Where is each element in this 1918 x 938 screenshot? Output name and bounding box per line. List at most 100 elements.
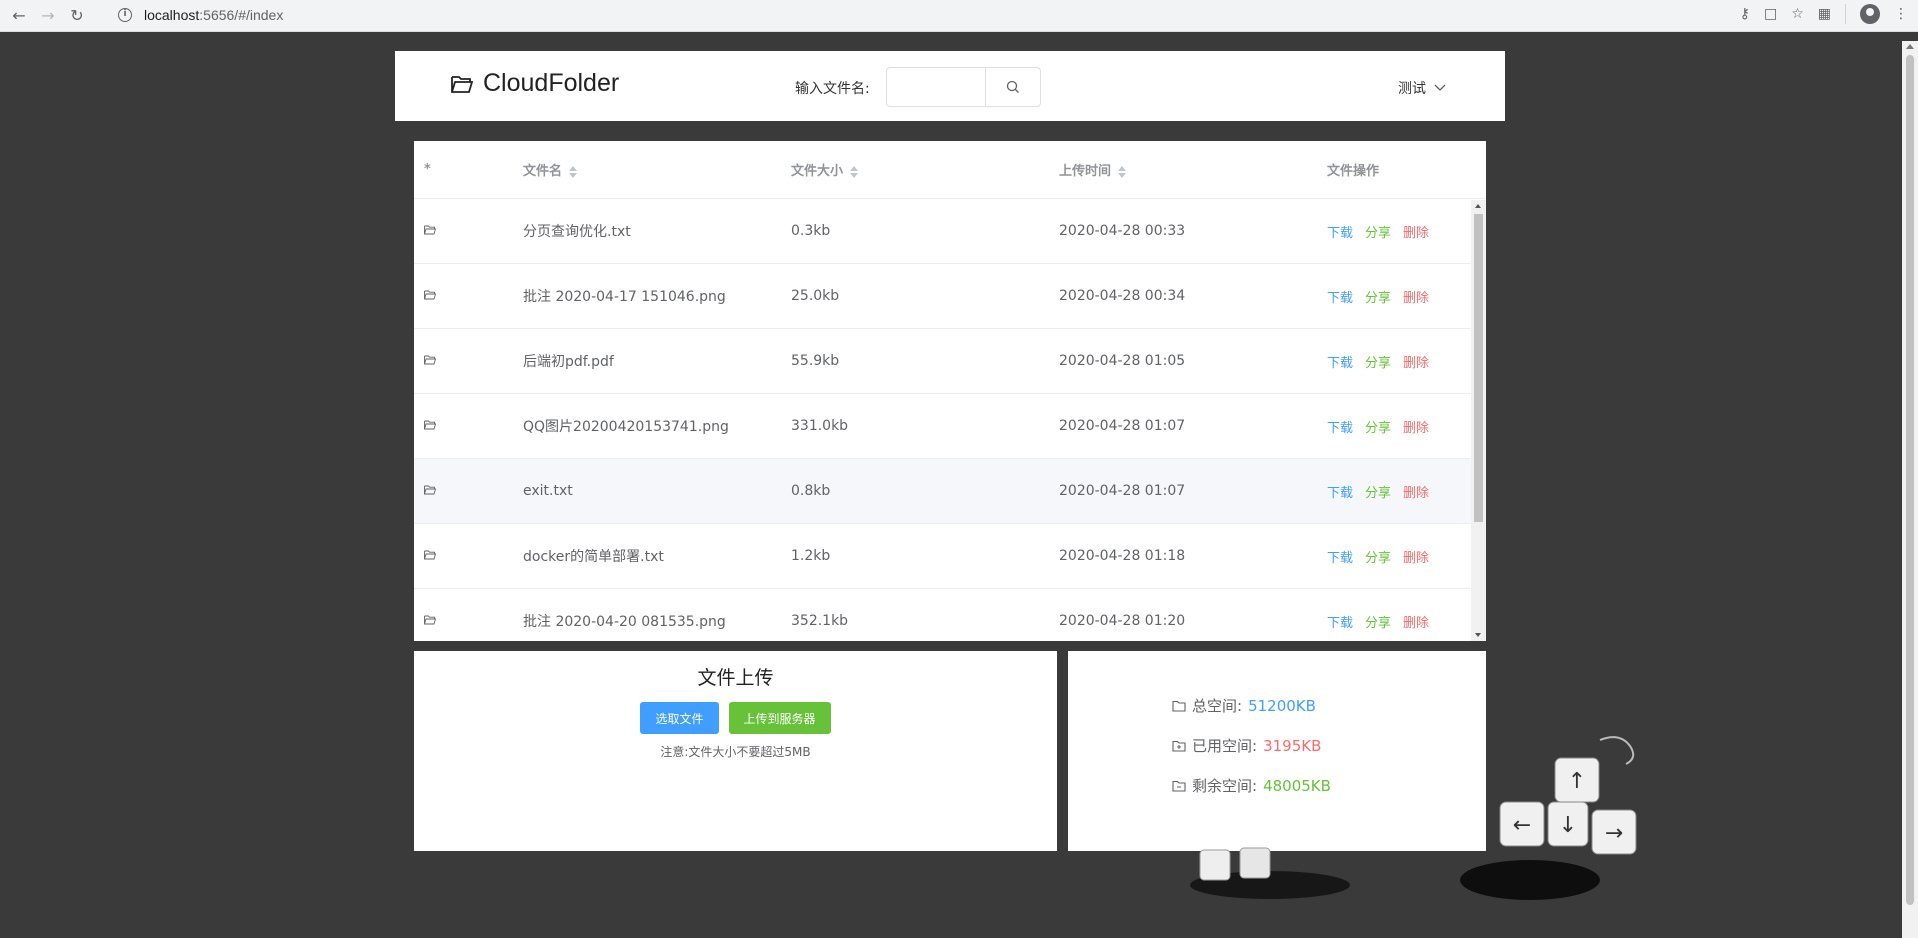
- translate-icon[interactable]: □: [1764, 6, 1777, 22]
- file-size: 1.2kb: [791, 548, 831, 564]
- file-size: 25.0kb: [791, 288, 840, 304]
- share-button[interactable]: 分享: [1365, 482, 1391, 501]
- back-arrow-icon[interactable]: ←: [9, 6, 29, 26]
- download-button[interactable]: 下载: [1327, 547, 1353, 566]
- scroll-up-arrow-icon[interactable]: [1906, 44, 1914, 49]
- column-header-index: *: [424, 162, 431, 177]
- sort-icon[interactable]: [1117, 165, 1127, 179]
- upload-time: 2020-04-28 00:33: [1059, 223, 1186, 239]
- user-name: 测试: [1398, 81, 1426, 97]
- share-button[interactable]: 分享: [1365, 287, 1391, 306]
- file-name: 批注 2020-04-17 151046.png: [523, 289, 726, 305]
- reload-icon[interactable]: ↻: [67, 6, 87, 26]
- menu-dots-icon[interactable]: ⋮: [1894, 6, 1908, 22]
- upload-time: 2020-04-28 01:07: [1059, 483, 1186, 499]
- column-header-name[interactable]: 文件名: [523, 160, 791, 179]
- delete-button[interactable]: 删除: [1403, 547, 1429, 566]
- table-scrollbar-thumb[interactable]: [1474, 214, 1483, 522]
- share-button[interactable]: 分享: [1365, 417, 1391, 436]
- share-button[interactable]: 分享: [1365, 222, 1391, 241]
- delete-button[interactable]: 删除: [1403, 417, 1429, 436]
- profile-avatar-icon[interactable]: [1860, 4, 1880, 24]
- folder-icon: [1172, 700, 1186, 712]
- table-row[interactable]: 分页查询优化.txt 0.3kb 2020-04-28 00:33 下载 分享 删除: [414, 199, 1486, 264]
- url-text[interactable]: localhost:5656/#/index: [144, 7, 283, 23]
- file-name: QQ图片20200420153741.png: [523, 419, 729, 435]
- table-scrollbar[interactable]: [1471, 200, 1486, 641]
- search-label: 输入文件名:: [795, 81, 870, 97]
- table-row[interactable]: exit.txt 0.8kb 2020-04-28 01:07 下载 分享 删除: [414, 459, 1486, 524]
- scroll-up-arrow-icon[interactable]: [1475, 204, 1481, 208]
- chevron-down-icon: [1434, 84, 1446, 91]
- table-row[interactable]: 后端初pdf.pdf 55.9kb 2020-04-28 01:05 下载 分享删…: [414, 329, 1486, 394]
- select-file-button[interactable]: 选取文件: [640, 702, 719, 734]
- table-row[interactable]: 批注 2020-04-17 151046.png 25.0kb 2020-04-…: [414, 264, 1486, 329]
- download-button[interactable]: 下载: [1327, 222, 1353, 241]
- total-space-row: 总空间: 51200KB: [1172, 695, 1316, 716]
- svg-text:↑: ↑: [1568, 769, 1586, 794]
- file-name: 批注 2020-04-20 081535.png: [523, 614, 726, 630]
- upload-time: 2020-04-28 01:20: [1059, 613, 1186, 629]
- upload-size-tip: 注意:文件大小不要超过5MB: [660, 745, 811, 759]
- file-name: 后端初pdf.pdf: [523, 354, 614, 370]
- table-row[interactable]: 批注 2020-04-20 081535.png 352.1kb 2020-04…: [414, 589, 1486, 641]
- folder-icon: [424, 420, 437, 430]
- sort-icon[interactable]: [568, 165, 578, 179]
- page-scrollbar[interactable]: [1902, 41, 1918, 938]
- search-input[interactable]: [886, 67, 986, 107]
- file-size: 0.8kb: [791, 483, 831, 499]
- search-button[interactable]: [985, 67, 1041, 107]
- app-logo[interactable]: CloudFolder: [451, 69, 619, 98]
- download-button[interactable]: 下载: [1327, 482, 1353, 501]
- file-size: 0.3kb: [791, 223, 831, 239]
- app-header: CloudFolder 输入文件名: 测试: [395, 51, 1505, 121]
- address-bar[interactable]: i localhost:5656/#/index: [108, 1, 1876, 29]
- column-header-size[interactable]: 文件大小: [791, 160, 1059, 179]
- svg-text:←: ←: [1513, 813, 1531, 838]
- table-body: 分页查询优化.txt 0.3kb 2020-04-28 00:33 下载 分享 删除…: [414, 199, 1486, 641]
- upload-time: 2020-04-28 01:18: [1059, 548, 1186, 564]
- download-button[interactable]: 下载: [1327, 612, 1353, 631]
- download-button[interactable]: 下载: [1327, 417, 1353, 436]
- share-button[interactable]: 分享: [1365, 547, 1391, 566]
- file-name: exit.txt: [523, 483, 573, 499]
- file-size: 352.1kb: [791, 613, 849, 629]
- bookmark-star-icon[interactable]: ☆: [1791, 6, 1804, 22]
- page-scrollbar-thumb[interactable]: [1906, 55, 1914, 905]
- delete-button[interactable]: 删除: [1403, 482, 1429, 501]
- upload-time: 2020-04-28 01:05: [1059, 353, 1186, 369]
- file-size: 55.9kb: [791, 353, 840, 369]
- column-header-actions: 文件操作: [1327, 164, 1380, 179]
- folder-icon: [424, 550, 437, 560]
- share-button[interactable]: 分享: [1365, 612, 1391, 631]
- delete-button[interactable]: 删除: [1403, 612, 1429, 631]
- toolbar-divider: [1845, 4, 1846, 24]
- total-space-label: 总空间:: [1192, 697, 1243, 715]
- upload-to-server-button[interactable]: 上传到服务器: [728, 702, 831, 734]
- table-header: * 文件名 文件大小 上传时间 文件操作: [414, 141, 1486, 199]
- delete-button[interactable]: 删除: [1403, 287, 1429, 306]
- folder-icon: [424, 290, 437, 300]
- download-button[interactable]: 下载: [1327, 287, 1353, 306]
- forward-arrow-icon[interactable]: →: [38, 6, 58, 26]
- share-button[interactable]: 分享: [1365, 352, 1391, 371]
- column-header-name-label: 文件名: [523, 164, 563, 179]
- user-dropdown[interactable]: 测试: [1398, 78, 1446, 98]
- folder-icon: [424, 225, 437, 235]
- file-table: * 文件名 文件大小 上传时间 文件操作 分页查询优化.txt 0.3kb 20…: [414, 141, 1486, 641]
- table-row[interactable]: docker的简单部署.txt 1.2kb 2020-04-28 01:18 下…: [414, 524, 1486, 589]
- key-icon[interactable]: ⚷: [1740, 6, 1750, 22]
- site-info-icon[interactable]: i: [118, 8, 132, 22]
- folder-icon: [424, 485, 437, 495]
- column-header-time[interactable]: 上传时间: [1059, 160, 1327, 179]
- download-button[interactable]: 下载: [1327, 352, 1353, 371]
- scroll-down-arrow-icon[interactable]: [1475, 633, 1481, 637]
- delete-button[interactable]: 删除: [1403, 352, 1429, 371]
- search-icon: [1006, 80, 1019, 93]
- app-title: CloudFolder: [483, 69, 620, 97]
- extension-icon[interactable]: ▦: [1818, 6, 1831, 22]
- delete-button[interactable]: 删除: [1403, 222, 1429, 241]
- table-row[interactable]: QQ图片20200420153741.png 331.0kb 2020-04-2…: [414, 394, 1486, 459]
- browser-actions: ⚷ □ ☆ ▦ ⋮: [1740, 4, 1908, 24]
- sort-icon[interactable]: [849, 165, 859, 179]
